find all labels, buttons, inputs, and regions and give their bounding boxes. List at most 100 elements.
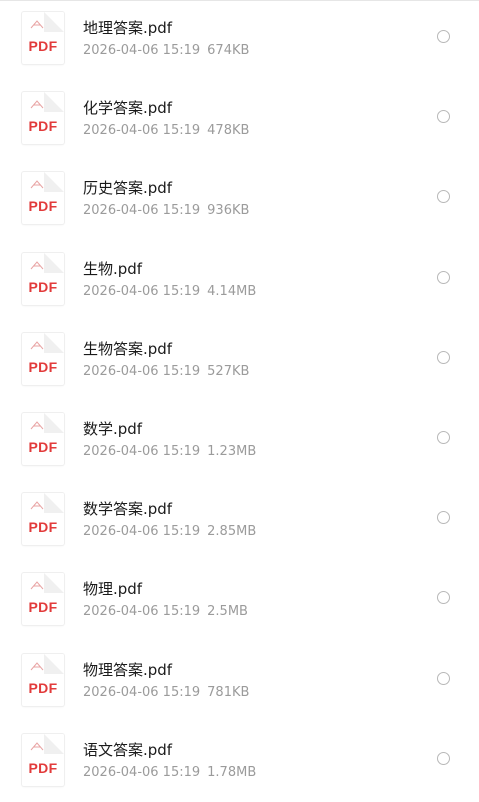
file-row[interactable]: PDF 物理.pdf 2026-04-06 15:19 2.5MB xyxy=(0,561,479,641)
file-name: 物理.pdf xyxy=(83,580,143,599)
file-row[interactable]: PDF 化学答案.pdf 2026-04-06 15:19 478KB xyxy=(0,80,479,160)
page-fold xyxy=(44,653,64,674)
file-size: 1.78MB xyxy=(207,764,257,780)
file-meta: 2026-04-06 15:19 527KB xyxy=(83,364,249,379)
pdf-label: PDF xyxy=(28,278,58,295)
select-radio[interactable] xyxy=(437,190,450,204)
file-size: 936KB xyxy=(207,203,250,219)
pdf-label: PDF xyxy=(28,38,58,54)
file-name: 物理答案.pdf xyxy=(83,660,173,679)
file-meta: 2026-04-06 15:19 2.85MB xyxy=(83,524,256,539)
pdf-label: PDF xyxy=(28,198,58,215)
file-meta: 2026-04-06 15:19 936KB xyxy=(83,203,249,218)
file-list: PDF 地理答案.pdf 2026-04-06 15:19 674KB PDF 化… xyxy=(0,0,479,802)
select-radio[interactable] xyxy=(437,30,450,43)
acrobat-icon xyxy=(30,421,44,430)
file-date: 2026-04-06 15:19 xyxy=(83,363,201,379)
pdf-file-icon: PDF xyxy=(22,653,64,706)
select-radio[interactable] xyxy=(437,591,450,605)
file-row[interactable]: PDF 数学.pdf 2026-04-06 15:19 1.23MB xyxy=(0,401,479,481)
pdf-file-icon: PDF xyxy=(22,252,64,305)
pdf-label: PDF xyxy=(28,519,58,536)
file-size: 478KB xyxy=(207,123,250,139)
file-date: 2026-04-06 15:19 xyxy=(83,283,201,299)
file-name: 语文答案.pdf xyxy=(83,740,173,759)
file-name: 历史答案.pdf xyxy=(83,179,173,198)
file-meta: 2026-04-06 15:19 2.5MB xyxy=(83,604,248,619)
pdf-file-icon: PDF xyxy=(22,172,64,225)
pdf-file-icon: PDF xyxy=(22,573,64,626)
file-size: 2.85MB xyxy=(207,524,257,540)
file-size: 4.14MB xyxy=(207,283,257,299)
select-radio[interactable] xyxy=(437,751,450,765)
acrobat-icon xyxy=(30,260,44,269)
file-row[interactable]: PDF 地理答案.pdf 2026-04-06 15:19 674KB xyxy=(0,0,479,80)
pdf-label: PDF xyxy=(28,118,58,135)
file-date: 2026-04-06 15:19 xyxy=(83,43,201,58)
pdf-file-icon: PDF xyxy=(22,92,64,145)
file-meta: 2026-04-06 15:19 1.78MB xyxy=(83,765,256,780)
file-name: 数学答案.pdf xyxy=(83,500,173,519)
acrobat-icon xyxy=(30,661,44,670)
file-meta: 2026-04-06 15:19 478KB xyxy=(83,123,249,138)
file-name: 生物.pdf xyxy=(83,259,143,278)
page-fold xyxy=(44,252,64,273)
file-date: 2026-04-06 15:19 xyxy=(83,764,201,780)
file-size: 2.5MB xyxy=(207,604,248,620)
file-date: 2026-04-06 15:19 xyxy=(83,684,201,700)
file-date: 2026-04-06 15:19 xyxy=(83,604,201,620)
pdf-label: PDF xyxy=(28,438,58,455)
file-size: 527KB xyxy=(207,363,250,379)
file-date: 2026-04-06 15:19 xyxy=(83,123,201,139)
file-row[interactable]: PDF 语文答案.pdf 2026-04-06 15:19 1.78MB xyxy=(0,722,479,802)
file-row[interactable]: PDF 物理答案.pdf 2026-04-06 15:19 781KB xyxy=(0,642,479,722)
file-row[interactable]: PDF 数学答案.pdf 2026-04-06 15:19 2.85MB xyxy=(0,481,479,561)
file-meta: 2026-04-06 15:19 674KB xyxy=(83,43,249,58)
page-fold xyxy=(44,412,64,433)
pdf-file-icon: PDF xyxy=(22,733,64,786)
file-name: 数学.pdf xyxy=(83,419,143,438)
acrobat-icon xyxy=(30,340,44,350)
file-name: 地理答案.pdf xyxy=(83,19,173,37)
pdf-label: PDF xyxy=(28,599,58,616)
file-date: 2026-04-06 15:19 xyxy=(83,443,201,459)
file-name: 生物答案.pdf xyxy=(83,339,173,358)
acrobat-icon xyxy=(30,100,44,109)
page-fold xyxy=(44,12,64,32)
page-fold xyxy=(44,332,64,353)
acrobat-icon xyxy=(30,20,44,29)
file-size: 674KB xyxy=(207,43,250,58)
file-meta: 2026-04-06 15:19 4.14MB xyxy=(83,284,256,299)
file-date: 2026-04-06 15:19 xyxy=(83,524,201,540)
file-date: 2026-04-06 15:19 xyxy=(83,203,201,219)
acrobat-icon xyxy=(30,180,44,189)
pdf-file-icon: PDF xyxy=(22,493,64,546)
page-fold xyxy=(44,733,64,754)
pdf-file-icon: PDF xyxy=(22,12,64,64)
file-row[interactable]: PDF 生物答案.pdf 2026-04-06 15:19 527KB xyxy=(0,321,479,401)
pdf-label: PDF xyxy=(28,759,58,776)
select-radio[interactable] xyxy=(437,270,450,284)
select-radio[interactable] xyxy=(437,430,450,444)
page-fold xyxy=(44,493,64,514)
page-fold xyxy=(44,172,64,193)
select-radio[interactable] xyxy=(437,671,450,685)
page-fold xyxy=(44,573,64,594)
pdf-file-icon: PDF xyxy=(22,412,64,465)
pdf-label: PDF xyxy=(28,679,58,696)
select-radio[interactable] xyxy=(437,110,450,124)
pdf-label: PDF xyxy=(28,358,58,375)
select-radio[interactable] xyxy=(437,350,450,364)
pdf-file-icon: PDF xyxy=(22,332,64,385)
select-radio[interactable] xyxy=(437,511,450,525)
file-row[interactable]: PDF 生物.pdf 2026-04-06 15:19 4.14MB xyxy=(0,241,479,321)
file-size: 1.23MB xyxy=(207,443,257,459)
file-meta: 2026-04-06 15:19 781KB xyxy=(83,685,249,700)
acrobat-icon xyxy=(30,501,44,510)
acrobat-icon xyxy=(30,741,44,751)
file-row[interactable]: PDF 历史答案.pdf 2026-04-06 15:19 936KB xyxy=(0,160,479,240)
acrobat-icon xyxy=(30,581,44,590)
page-fold xyxy=(44,92,64,113)
file-meta: 2026-04-06 15:19 1.23MB xyxy=(83,444,256,459)
file-size: 781KB xyxy=(207,684,250,700)
